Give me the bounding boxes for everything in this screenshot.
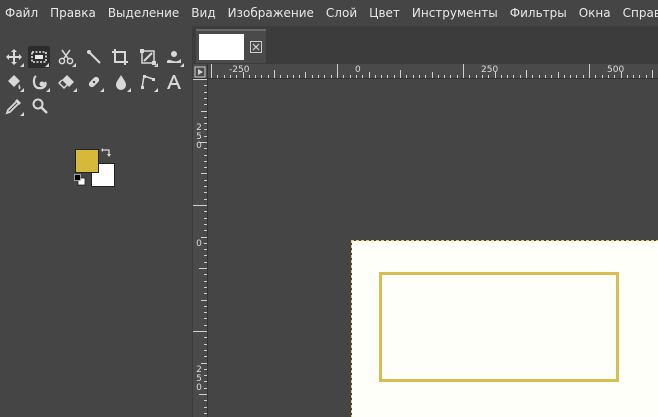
default-colors-icon[interactable] bbox=[74, 174, 86, 186]
ruler-label: 250 bbox=[196, 123, 202, 151]
menu-select[interactable]: Выделение bbox=[102, 0, 185, 26]
move-tool-icon[interactable] bbox=[3, 46, 25, 68]
text-tool-icon[interactable] bbox=[163, 71, 185, 93]
canvas-area[interactable]: -250 0 250 500 250 0 250 bbox=[193, 64, 658, 417]
vertical-ruler[interactable]: 250 0 250 bbox=[193, 79, 208, 417]
image-thumbnail bbox=[199, 34, 244, 60]
menu-help[interactable]: Справка bbox=[617, 0, 658, 26]
menu-edit[interactable]: Правка bbox=[44, 0, 102, 26]
rectangle-outline bbox=[379, 272, 619, 382]
menubar: Файл Правка Выделение Вид Изображение Сл… bbox=[0, 0, 658, 26]
horizontal-ruler[interactable]: -250 0 250 500 bbox=[208, 64, 658, 79]
ruler-label: 500 bbox=[607, 65, 625, 75]
unified-transform-tool-icon[interactable] bbox=[137, 46, 159, 68]
foreground-color-swatch[interactable] bbox=[75, 149, 99, 173]
ruler-label: 250 bbox=[481, 65, 499, 75]
menu-filters[interactable]: Фильтры bbox=[504, 0, 573, 26]
ruler-label: 0 bbox=[355, 65, 361, 75]
menu-tools[interactable]: Инструменты bbox=[406, 0, 504, 26]
color-picker-tool-icon[interactable] bbox=[3, 95, 25, 117]
paths-tool-icon[interactable] bbox=[137, 71, 159, 93]
image-tab-bar bbox=[193, 26, 658, 64]
image-tab[interactable] bbox=[196, 29, 266, 63]
ruler-label: 0 bbox=[196, 239, 202, 249]
smudge-lasso-tool-icon[interactable] bbox=[29, 71, 51, 93]
blur-tool-icon[interactable] bbox=[110, 71, 132, 93]
ruler-label: -250 bbox=[229, 65, 250, 75]
menu-layer[interactable]: Слой bbox=[320, 0, 363, 26]
menu-windows[interactable]: Окна bbox=[573, 0, 617, 26]
eraser-tool-icon[interactable] bbox=[56, 71, 78, 93]
ruler-label: 250 bbox=[196, 365, 202, 393]
warp-transform-tool-icon[interactable] bbox=[163, 46, 185, 68]
fuzzy-select-tool-icon[interactable] bbox=[83, 46, 105, 68]
play-icon bbox=[194, 66, 206, 78]
menu-view[interactable]: Вид bbox=[185, 0, 221, 26]
menu-file[interactable]: Файл bbox=[0, 0, 44, 26]
menu-colors[interactable]: Цвет bbox=[363, 0, 406, 26]
zoom-tool-icon[interactable] bbox=[29, 95, 51, 117]
swap-colors-icon[interactable] bbox=[101, 148, 113, 160]
image-canvas[interactable] bbox=[351, 240, 658, 417]
ruler-corner[interactable] bbox=[193, 64, 208, 79]
toolbox bbox=[0, 26, 192, 417]
rect-select-tool-icon[interactable] bbox=[28, 46, 50, 68]
crop-tool-icon[interactable] bbox=[109, 46, 131, 68]
bucket-fill-tool-icon[interactable] bbox=[3, 71, 25, 93]
heal-tool-icon[interactable] bbox=[83, 71, 105, 93]
scissors-select-tool-icon[interactable] bbox=[55, 46, 77, 68]
menu-image[interactable]: Изображение bbox=[222, 0, 320, 26]
horizontal-ruler-ticks bbox=[211, 64, 653, 78]
close-icon[interactable] bbox=[250, 41, 262, 53]
